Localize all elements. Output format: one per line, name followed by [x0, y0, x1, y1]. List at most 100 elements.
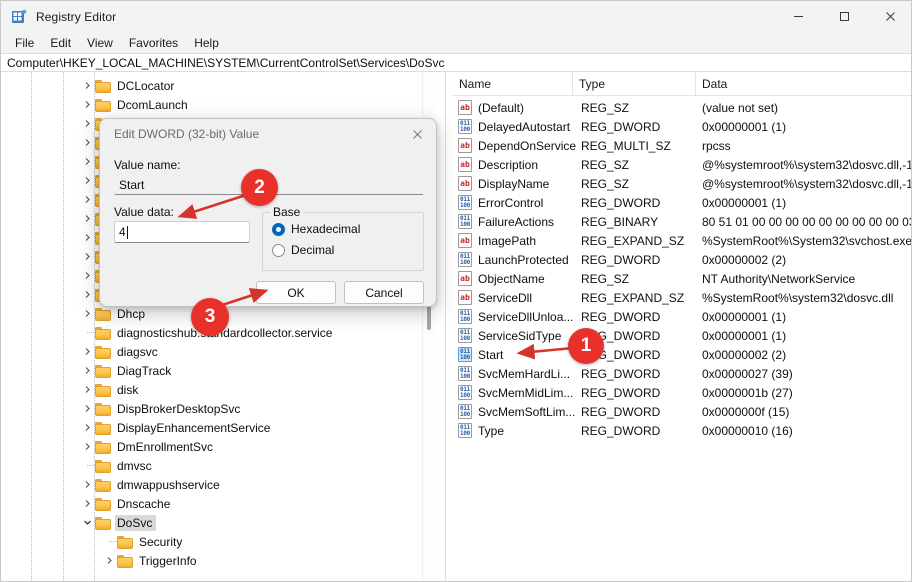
- value-row[interactable]: 011 100 DelayedAutostart REG_DWORD 0x0000000…: [453, 117, 911, 136]
- value-row[interactable]: 011 100 ServiceSidType REG_DWORD 0x00000001 …: [453, 326, 911, 345]
- tree-leaf-stub: [101, 532, 117, 551]
- tree-item-diagnosticshub-standardcollector-service[interactable]: diagnosticshub.standardcollector.service: [1, 323, 433, 342]
- chevron-right-icon[interactable]: [79, 95, 95, 114]
- column-header-data[interactable]: Data: [696, 72, 911, 95]
- chevron-right-icon[interactable]: [79, 228, 95, 247]
- value-row[interactable]: 011 100 Type REG_DWORD 0x00000010 (16): [453, 421, 911, 440]
- menu-item-edit[interactable]: Edit: [42, 34, 79, 52]
- value-row[interactable]: ab Description REG_SZ @%systemroot%\system3…: [453, 155, 912, 174]
- tree-item-dclocator[interactable]: DCLocator: [1, 76, 433, 95]
- menu-item-file[interactable]: File: [7, 34, 42, 52]
- chevron-right-icon[interactable]: [79, 209, 95, 228]
- value-name: Start: [478, 347, 504, 362]
- folder-icon: [95, 98, 112, 112]
- chevron-right-icon[interactable]: [79, 437, 95, 456]
- radio-decimal-label: Decimal: [291, 243, 335, 257]
- value-data: 0x00000027 (39): [702, 366, 793, 381]
- value-row[interactable]: 011 100 FailureActions REG_BINARY 80 51 01 0…: [453, 212, 912, 231]
- value-type: REG_DWORD: [581, 119, 661, 134]
- tree-item-label: DisplayEnhancementService: [117, 420, 271, 435]
- tree-item-dcomlaunch[interactable]: DcomLaunch: [1, 95, 433, 114]
- title-bar: Registry Editor: [1, 1, 911, 32]
- value-row[interactable]: ab DependOnService REG_MULTI_SZ rpcss: [453, 136, 911, 155]
- value-row[interactable]: ab ObjectName REG_SZ NT Authority\NetworkSe…: [453, 269, 911, 288]
- tree-item-dmenrollmentsvc[interactable]: DmEnrollmentSvc: [1, 437, 433, 456]
- registry-editor-icon: [11, 9, 27, 25]
- folder-icon: [95, 307, 112, 321]
- value-row[interactable]: 011 100 ErrorControl REG_DWORD 0x00000001 (1…: [453, 193, 911, 212]
- tree-item-disk[interactable]: disk: [1, 380, 433, 399]
- chevron-right-icon[interactable]: [79, 304, 95, 323]
- menu-item-help[interactable]: Help: [186, 34, 227, 52]
- minimize-button[interactable]: [775, 1, 821, 32]
- value-row[interactable]: 011 100 LaunchProtected REG_DWORD 0x00000002…: [453, 250, 911, 269]
- value-row[interactable]: 011 100 SvcMemHardLi... REG_DWORD 0x00000027…: [453, 364, 911, 383]
- chevron-right-icon[interactable]: [79, 418, 95, 437]
- menu-item-favorites[interactable]: Favorites: [121, 34, 186, 52]
- string-value-icon: ab: [453, 174, 478, 193]
- chevron-right-icon[interactable]: [79, 133, 95, 152]
- tree-item-dnscache[interactable]: Dnscache: [1, 494, 433, 513]
- value-row[interactable]: 011 100 ServiceDllUnloa... REG_DWORD 0x00000…: [453, 307, 911, 326]
- tree-item-diagsvc[interactable]: diagsvc: [1, 342, 433, 361]
- dialog-close-icon[interactable]: [404, 124, 430, 144]
- tree-item-displayenhancementservice[interactable]: DisplayEnhancementService: [1, 418, 433, 437]
- value-data-field[interactable]: 4: [114, 221, 250, 243]
- value-row[interactable]: ab DisplayName REG_SZ @%systemroot%\system3…: [453, 174, 912, 193]
- chevron-right-icon[interactable]: [79, 76, 95, 95]
- tree-item-diagtrack[interactable]: DiagTrack: [1, 361, 433, 380]
- value-name: DisplayName: [478, 176, 550, 191]
- tree-item-triggerinfo[interactable]: TriggerInfo: [1, 551, 433, 570]
- value-data: 80 51 01 00 00 00 00 00 00 00 00 00 03 0…: [702, 214, 912, 229]
- chevron-right-icon[interactable]: [79, 152, 95, 171]
- chevron-right-icon[interactable]: [101, 551, 117, 570]
- chevron-down-icon[interactable]: [79, 513, 95, 532]
- menu-item-view[interactable]: View: [79, 34, 121, 52]
- value-row[interactable]: ab (Default) REG_SZ (value not set): [453, 98, 911, 117]
- column-header-name[interactable]: Name: [453, 72, 573, 95]
- close-button[interactable]: [867, 1, 911, 32]
- radio-hexadecimal[interactable]: Hexadecimal: [272, 222, 360, 236]
- value-data: @%systemroot%\system32\dosvc.dll,-1: [702, 176, 912, 191]
- window-controls: [775, 1, 911, 32]
- string-value-icon: ab: [453, 155, 478, 174]
- value-row[interactable]: 011 100 SvcMemMidLim... REG_DWORD 0x0000001b…: [453, 383, 911, 402]
- cancel-button[interactable]: Cancel: [344, 281, 424, 304]
- value-row[interactable]: 011 100 SvcMemSoftLim... REG_DWORD 0x0000000…: [453, 402, 911, 421]
- value-row[interactable]: ab ServiceDll REG_EXPAND_SZ %SystemRoot%\sy…: [453, 288, 911, 307]
- value-name: SvcMemSoftLim...: [478, 404, 576, 419]
- chevron-right-icon[interactable]: [79, 171, 95, 190]
- chevron-right-icon[interactable]: [79, 380, 95, 399]
- chevron-right-icon[interactable]: [79, 114, 95, 133]
- chevron-right-icon[interactable]: [79, 399, 95, 418]
- value-row[interactable]: ab ImagePath REG_EXPAND_SZ %SystemRoot%\Sys…: [453, 231, 911, 250]
- tree-item-label: TriggerInfo: [139, 553, 197, 568]
- chevron-right-icon[interactable]: [79, 190, 95, 209]
- column-header-type[interactable]: Type: [573, 72, 696, 95]
- dword-value-icon: 011 100: [453, 117, 478, 136]
- tree-item-dosvc[interactable]: DoSvc: [1, 513, 433, 532]
- value-data: 0x00000002 (2): [702, 347, 787, 362]
- chevron-right-icon[interactable]: [79, 266, 95, 285]
- dword-value-icon: 011 100: [453, 250, 478, 269]
- tree-item-dmvsc[interactable]: dmvsc: [1, 456, 433, 475]
- tree-item-security[interactable]: Security: [1, 532, 433, 551]
- folder-icon: [95, 364, 112, 378]
- chevron-right-icon[interactable]: [79, 475, 95, 494]
- base-groupbox: [262, 212, 424, 271]
- chevron-right-icon[interactable]: [79, 285, 95, 304]
- radio-decimal[interactable]: Decimal: [272, 243, 334, 257]
- maximize-button[interactable]: [821, 1, 867, 32]
- chevron-right-icon[interactable]: [79, 247, 95, 266]
- chevron-right-icon[interactable]: [79, 361, 95, 380]
- value-type: REG_DWORD: [581, 252, 661, 267]
- value-name: DelayedAutostart: [478, 119, 571, 134]
- address-bar[interactable]: Computer\HKEY_LOCAL_MACHINE\SYSTEM\Curre…: [1, 53, 911, 72]
- chevron-right-icon[interactable]: [79, 342, 95, 361]
- value-row[interactable]: 011 100 Start REG_DWORD 0x00000002 (2): [453, 345, 911, 364]
- value-data: @%systemroot%\system32\dosvc.dll,-1: [702, 157, 912, 172]
- ok-button[interactable]: OK: [256, 281, 336, 304]
- tree-item-dispbrokerdesktopsvc[interactable]: DispBrokerDesktopSvc: [1, 399, 433, 418]
- chevron-right-icon[interactable]: [79, 494, 95, 513]
- tree-item-dmwappushservice[interactable]: dmwappushservice: [1, 475, 433, 494]
